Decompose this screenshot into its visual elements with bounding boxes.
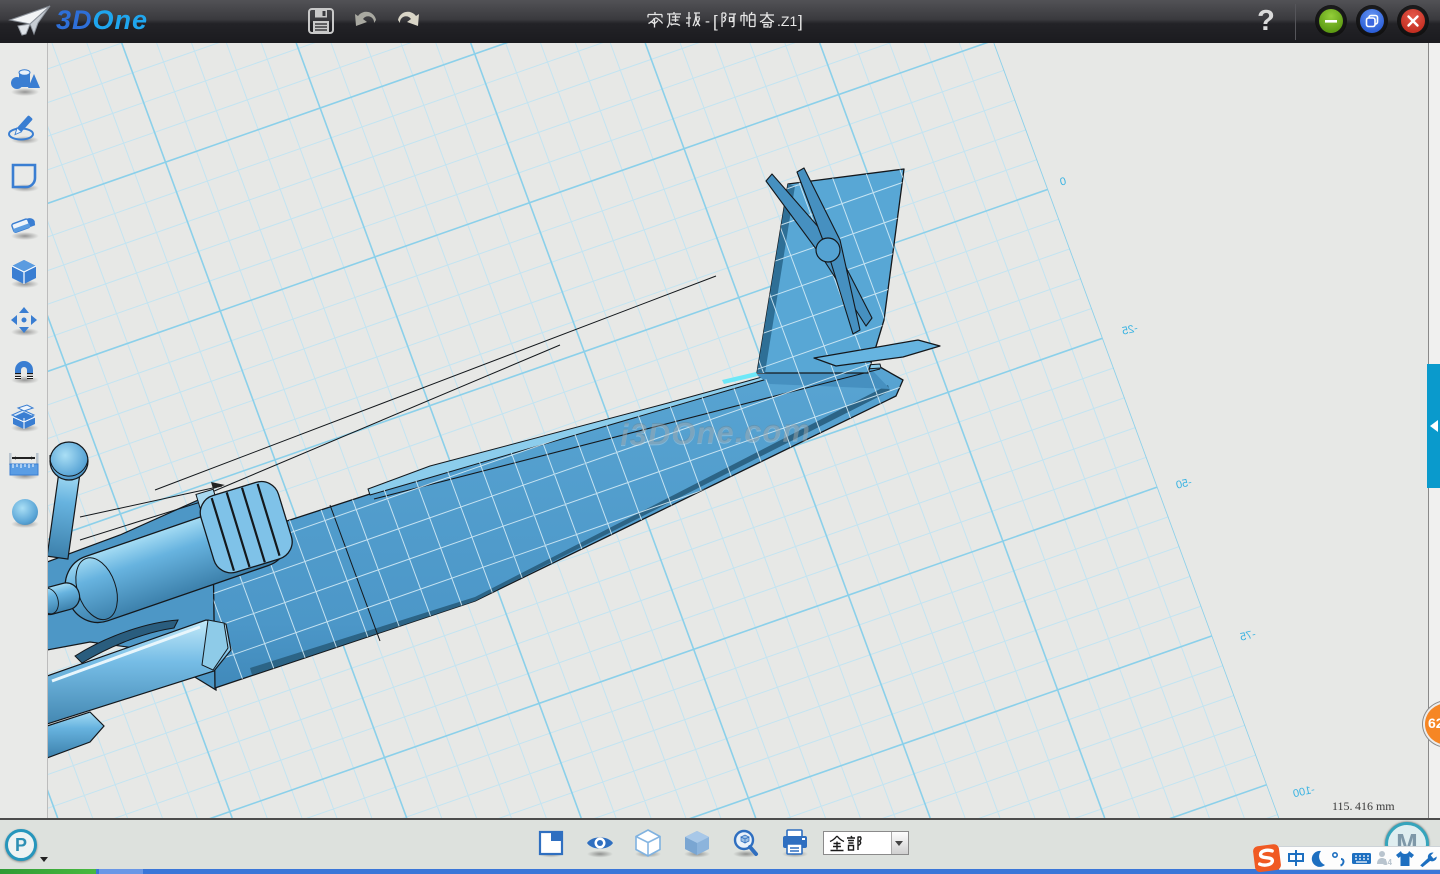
svg-text:]: ] — [798, 12, 803, 31]
svg-text:[: [ — [713, 12, 718, 31]
svg-text:.Z1: .Z1 — [777, 13, 797, 29]
svg-text:14: 14 — [1383, 858, 1392, 867]
svg-text:-: - — [705, 13, 710, 30]
